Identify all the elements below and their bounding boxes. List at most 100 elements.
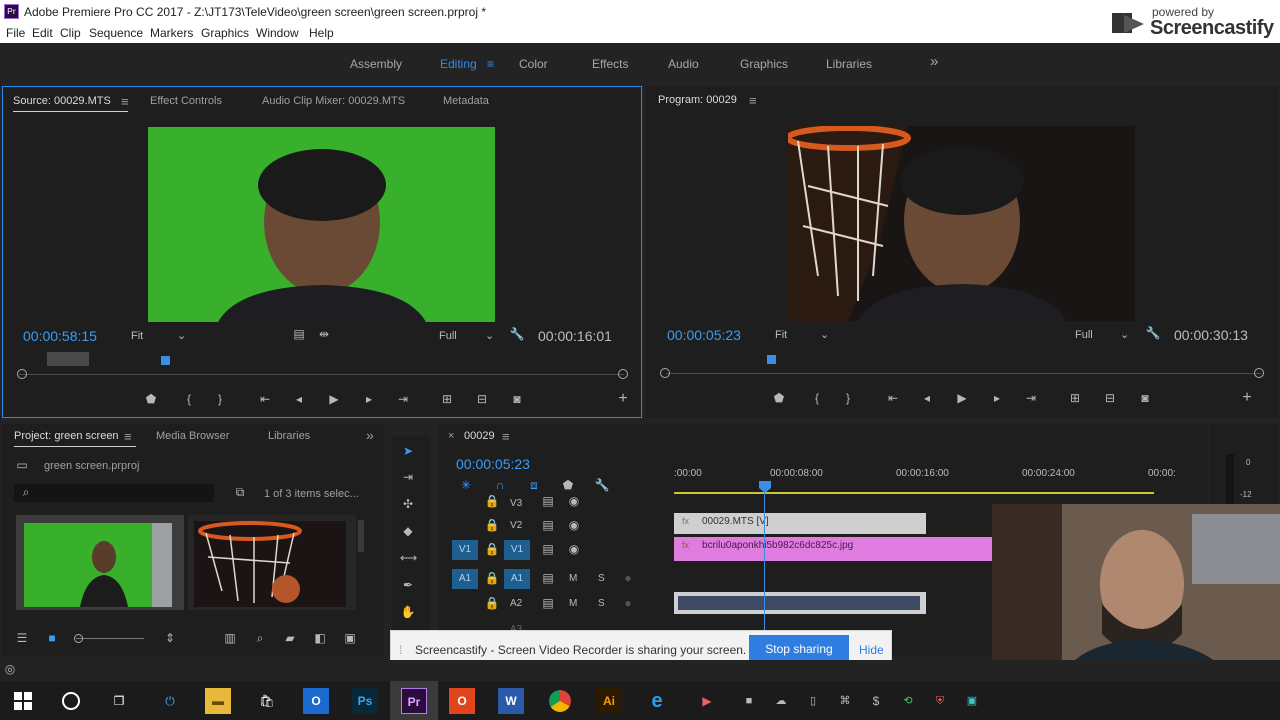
camera-tray-icon[interactable]: ■ [736, 688, 762, 714]
new-item-icon[interactable]: ◧ [312, 631, 328, 647]
network-tray-icon[interactable]: ⌘ [832, 688, 858, 714]
tab-metadata[interactable]: Metadata [443, 95, 489, 107]
source-scroll-bar[interactable] [19, 374, 624, 375]
clip-video-v2[interactable]: 00029.MTS [V] [674, 513, 926, 534]
photoshop-icon[interactable]: Ps [352, 688, 378, 714]
lock-icon[interactable]: 🔒 [484, 542, 500, 558]
razor-tool-icon[interactable]: ◆ [400, 524, 416, 540]
sync-lock-icon[interactable]: ▤ [540, 596, 556, 612]
tab-program[interactable]: Program: 00029 [658, 94, 737, 106]
close-icon[interactable]: × [448, 430, 454, 442]
eye-icon[interactable]: ◉ [566, 518, 582, 534]
slider-handle[interactable] [74, 634, 83, 643]
pen-tool-icon[interactable]: ✒ [400, 578, 416, 594]
mark-in-icon[interactable]: { [809, 391, 825, 407]
lock-icon[interactable]: 🔒 [484, 571, 500, 587]
insert-icon[interactable]: ⊞ [439, 392, 455, 408]
windows-start-icon[interactable] [14, 692, 32, 710]
source-timecode[interactable]: 00:00:58:15 [23, 328, 97, 344]
trash-icon[interactable]: ▣ [342, 631, 358, 647]
program-playhead[interactable] [767, 355, 776, 364]
sync-lock-icon[interactable]: ▤ [540, 494, 556, 510]
illustrator-icon[interactable]: Ai [596, 688, 622, 714]
ripple-edit-tool-icon[interactable]: ✣ [400, 497, 416, 513]
source-patch-a1[interactable]: A1 [452, 569, 478, 589]
menu-window[interactable]: Window [256, 26, 299, 40]
security-tray-icon[interactable]: ⛨ [927, 688, 953, 714]
program-fit-select[interactable]: Fit [775, 329, 787, 341]
clip-image-v1[interactable]: bcrilu0aponkhi5b982c6dc825c.jpg [674, 537, 994, 561]
panel-menu-icon[interactable]: ≡ [502, 429, 510, 444]
add-marker-icon[interactable]: ⬟ [771, 391, 787, 407]
source-patch-v1[interactable]: V1 [452, 540, 478, 560]
panel-overflow-icon[interactable]: » [366, 427, 374, 443]
go-to-out-icon[interactable]: ⇥ [395, 392, 411, 408]
linked-selection-icon[interactable]: ⧈ [526, 478, 542, 494]
project-scrollbar[interactable] [358, 520, 364, 552]
solo-button[interactable]: S [598, 573, 605, 584]
export-frame-icon[interactable]: ◙ [509, 392, 525, 408]
hide-button[interactable]: Hide [859, 643, 884, 657]
go-to-out-icon[interactable]: ⇥ [1023, 391, 1039, 407]
export-frame-icon[interactable]: ◙ [1137, 391, 1153, 407]
eye-icon[interactable]: ◉ [566, 494, 582, 510]
step-forward-icon[interactable]: ▸ [989, 391, 1005, 407]
automate-to-sequence-icon[interactable]: ▥ [222, 631, 238, 647]
workspace-assembly[interactable]: Assembly [350, 57, 402, 71]
new-bin-from-search-icon[interactable]: ⧉ [232, 485, 248, 501]
workspace-effects[interactable]: Effects [592, 57, 628, 71]
wrench-icon[interactable]: 🔧 [509, 327, 525, 343]
mic-icon[interactable]: ● [620, 596, 636, 612]
power-icon[interactable]: ⏻ [157, 688, 183, 714]
cloud-tray-icon[interactable]: ☁ [768, 688, 794, 714]
program-quality-select[interactable]: Full [1075, 329, 1093, 341]
mute-button[interactable]: M [569, 598, 577, 609]
internet-explorer-icon[interactable]: e [644, 688, 670, 714]
sync-lock-icon[interactable]: ▤ [540, 571, 556, 587]
wrench-icon[interactable]: 🔧 [1145, 326, 1161, 342]
step-back-icon[interactable]: ◂ [291, 392, 307, 408]
menu-markers[interactable]: Markers [150, 26, 193, 40]
workspace-graphics[interactable]: Graphics [740, 57, 788, 71]
lock-icon[interactable]: 🔒 [484, 518, 500, 534]
sync-lock-icon[interactable]: ▤ [540, 542, 556, 558]
play-icon[interactable]: ▶ [954, 391, 970, 407]
lock-icon[interactable]: 🔒 [484, 596, 500, 612]
sync-lock-icon[interactable]: ▤ [540, 518, 556, 534]
work-area-bar[interactable] [674, 492, 1154, 494]
chrome-icon[interactable] [549, 690, 571, 712]
workspace-menu-icon[interactable]: ≡ [487, 57, 494, 71]
project-item-thumb-basket[interactable] [188, 515, 356, 610]
add-button-icon[interactable]: + [1239, 390, 1255, 407]
screencastify-tray-icon[interactable]: ▶ [694, 688, 720, 714]
add-marker-icon[interactable]: ⬟ [143, 392, 159, 408]
snap-icon[interactable]: ∩ [492, 478, 508, 494]
add-button-icon[interactable]: + [615, 391, 631, 408]
tab-sequence[interactable]: 00029 [464, 430, 495, 442]
program-timecode[interactable]: 00:00:05:23 [667, 327, 741, 343]
panel-menu-icon[interactable]: ≡ [121, 94, 129, 109]
file-explorer-icon[interactable]: ▬ [205, 688, 231, 714]
source-quality-select[interactable]: Full [439, 330, 457, 342]
menu-help[interactable]: Help [309, 26, 334, 40]
menu-sequence[interactable]: Sequence [89, 26, 143, 40]
step-back-icon[interactable]: ◂ [919, 391, 935, 407]
scroll-start-handle[interactable] [660, 368, 670, 378]
device-tray-icon[interactable]: ▯ [800, 688, 826, 714]
drag-handle-icon[interactable]: ⁞ [399, 643, 402, 657]
word-icon[interactable]: W [498, 688, 524, 714]
lift-icon[interactable]: ⊞ [1067, 391, 1083, 407]
selection-tool-icon[interactable]: ➤ [400, 444, 416, 460]
store-icon[interactable]: 🛍 [254, 688, 280, 714]
panel-menu-icon[interactable]: ≡ [124, 429, 132, 444]
outlook-icon[interactable]: O [303, 688, 329, 714]
menu-file[interactable]: File [6, 26, 25, 40]
list-view-icon[interactable]: ☰ [14, 631, 30, 647]
wrench-icon[interactable]: 🔧 [594, 478, 610, 494]
mark-in-icon[interactable]: { [181, 392, 197, 408]
scroll-end-handle[interactable] [618, 369, 628, 379]
source-zoom-handle[interactable] [47, 352, 89, 366]
task-view-icon[interactable]: ❐ [106, 688, 132, 714]
workspace-audio[interactable]: Audio [668, 57, 699, 71]
panel-menu-icon[interactable]: ≡ [749, 93, 757, 108]
